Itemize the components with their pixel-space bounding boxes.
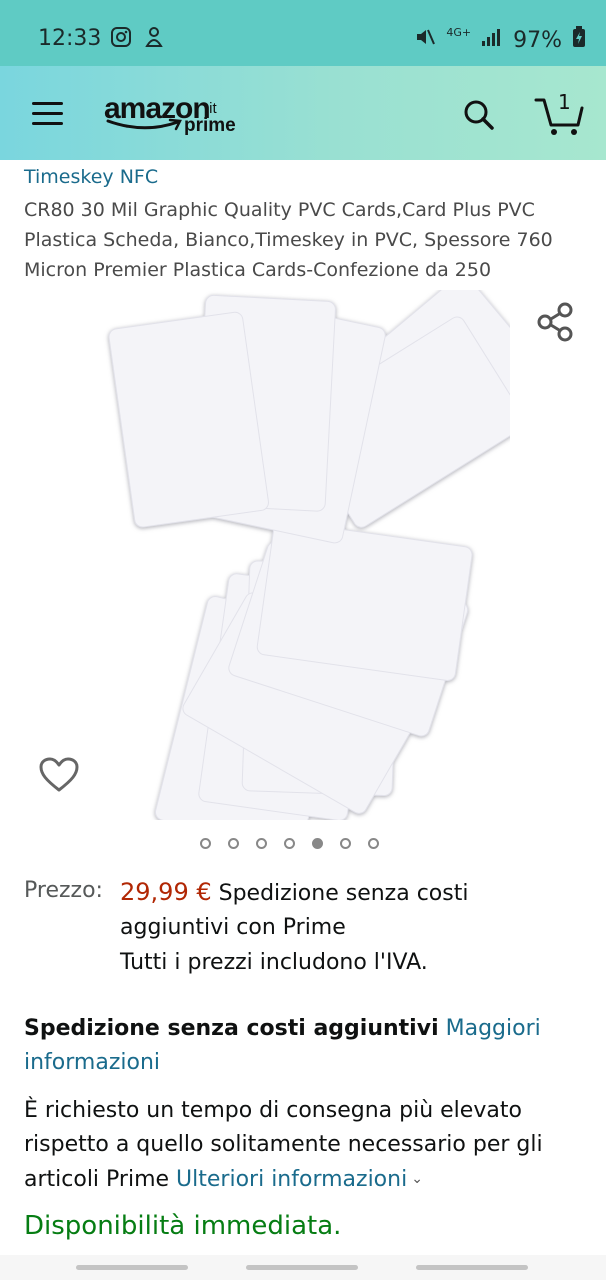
- price-block: 29,99 € Spedizione senza costi aggiuntiv…: [120, 875, 540, 945]
- signal-icon: [481, 27, 503, 53]
- product-image[interactable]: [100, 274, 545, 854]
- logo-prime: prime: [184, 115, 236, 136]
- network-type: 4G+: [446, 25, 472, 39]
- mute-icon: [414, 26, 436, 54]
- carousel-dot[interactable]: [256, 838, 267, 849]
- carousel-dot[interactable]: [228, 838, 239, 849]
- further-info-link[interactable]: Ulteriori informazioni: [176, 1167, 407, 1192]
- carousel-dot[interactable]: [284, 838, 295, 849]
- share-button[interactable]: [536, 302, 574, 342]
- carousel-dot[interactable]: [368, 838, 379, 849]
- nav-home[interactable]: [246, 1265, 358, 1270]
- menu-line: [32, 112, 63, 115]
- menu-line: [32, 122, 63, 125]
- menu-button[interactable]: [32, 102, 63, 126]
- notification-icon: [144, 26, 164, 53]
- carousel-dot-active[interactable]: [312, 838, 323, 849]
- wishlist-button[interactable]: [38, 756, 80, 794]
- free-shipping-label: Spedizione senza costi aggiuntivi: [24, 1016, 439, 1041]
- cart-count: 1: [558, 90, 571, 114]
- cart-button[interactable]: 1: [534, 90, 584, 136]
- price-value: 29,99 €: [120, 878, 212, 906]
- battery-percent: 97%: [513, 27, 562, 53]
- availability-status: Disponibilità immediata.: [24, 1211, 342, 1241]
- smile-arrow-icon: [106, 118, 182, 131]
- app-header: amazon .it prime 1: [0, 66, 606, 160]
- brand-link[interactable]: Timeskey NFC: [24, 166, 158, 188]
- carousel-dot[interactable]: [340, 838, 351, 849]
- carousel-dot[interactable]: [200, 838, 211, 849]
- chevron-down-icon[interactable]: ⌄: [411, 1162, 423, 1196]
- status-right: 4G+ 97%: [414, 26, 586, 54]
- battery-icon: [572, 26, 586, 54]
- nav-recents[interactable]: [76, 1265, 188, 1270]
- free-shipping-info: Spedizione senza costi aggiuntivi Maggio…: [24, 1012, 564, 1080]
- status-time: 12:33: [38, 26, 102, 51]
- instagram-icon: [110, 26, 132, 53]
- nav-back[interactable]: [416, 1265, 528, 1270]
- search-button[interactable]: [462, 98, 496, 132]
- delivery-notice: È richiesto un tempo di consegna più ele…: [24, 1094, 584, 1197]
- search-icon: [464, 100, 494, 130]
- vat-note: Tutti i prezzi includono l'IVA.: [120, 950, 428, 975]
- system-nav-bar: [0, 1255, 606, 1280]
- status-bar: 12:33 4G+ 97%: [0, 0, 606, 66]
- share-icon: [537, 302, 573, 342]
- image-carousel-dots: [200, 838, 379, 849]
- product-title: CR80 30 Mil Graphic Quality PVC Cards,Ca…: [24, 199, 553, 281]
- heart-icon: [39, 757, 79, 792]
- price-label: Prezzo:: [24, 878, 103, 903]
- amazon-prime-logo[interactable]: amazon .it prime: [104, 92, 254, 142]
- menu-line: [32, 102, 63, 105]
